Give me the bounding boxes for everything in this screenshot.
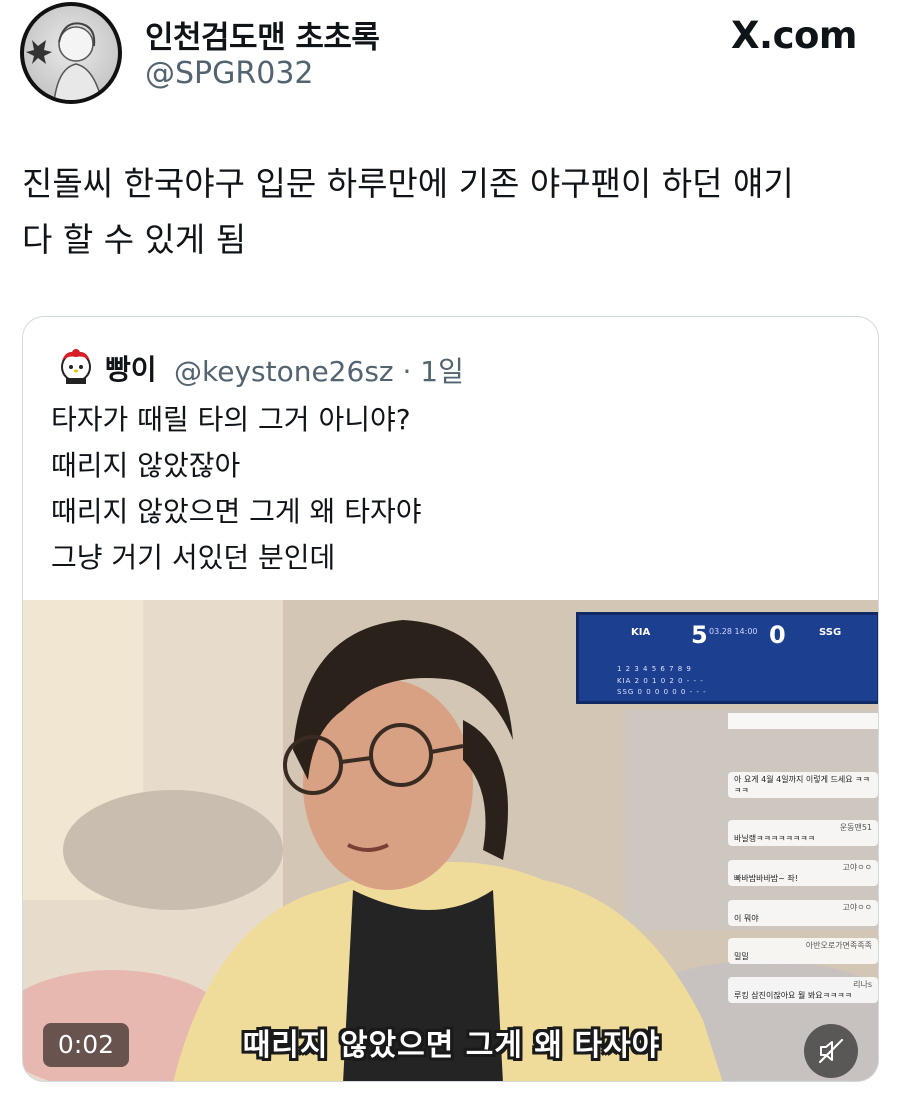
home-score: 5 [691, 621, 708, 649]
quote-body: 타자가 때릴 타의 그거 아니야? 때리지 않았잖아 때리지 않았으면 그게 왜… [51, 397, 421, 581]
video-player[interactable]: KIA 5 03.28 14:00 0 SSG 1 2 3 4 5 6 7 8 … [23, 600, 878, 1081]
chat-message: 아반오로가면족족족 밀밀 [728, 938, 878, 964]
chat-user: 운동맨51 [839, 823, 872, 832]
author-handle[interactable]: @SPGR032 [145, 56, 314, 91]
chat-text: 이 뭐야 [734, 914, 759, 923]
chat-message: 고야ㅇㅇ 빠바밤바바밤~ 좌! [728, 860, 878, 886]
brand-logo: X.com [731, 14, 858, 57]
chat-text: 아 요게 4월 4일까지 이렇게 드세요 ㅋㅋㅋㅋ [734, 775, 870, 795]
quote-line: 때리지 않았잖아 [51, 449, 241, 482]
chat-message: 운동맨51 바닐랭ㅋㅋㅋㅋㅋㅋㅋㅋ [728, 820, 878, 846]
chat-message: 리나s 루킹 삼진이잖아요 뭘 봐요ㅋㅋㅋㅋ [728, 977, 878, 1003]
quote-line: 그냥 거기 서있던 분인데 [51, 541, 336, 574]
chat-user: 리나s [853, 980, 872, 989]
quote-avatar[interactable] [56, 345, 96, 385]
tweet-line: 진돌씨 한국야구 입문 하루만에 기존 야구팬이 하던 얘기 [22, 164, 794, 203]
chat-user: 고야ㅇㅇ [842, 863, 872, 872]
author-display-name[interactable]: 인천검도맨 초초록 [145, 12, 380, 57]
video-subtitle: 때리지 않았으면 그게 왜 타자야 [242, 1028, 661, 1063]
chat-user: 고야ㅇㅇ [842, 903, 872, 912]
kia-line: KIA 2 0 1 0 2 0 - - - [617, 677, 704, 685]
ssg-line: SSG 0 0 0 0 0 0 - - - [617, 688, 707, 696]
away-score: 0 [769, 621, 786, 649]
home-team: KIA [631, 627, 651, 638]
video-time: 0:02 [43, 1023, 129, 1067]
quote-display-name[interactable]: 빵이 [105, 348, 157, 388]
chat-user: 아반오로가면족족족 [805, 941, 872, 950]
tweet-line: 다 할 수 있게 됨 [22, 220, 247, 259]
quote-line: 타자가 때릴 타의 그거 아니야? [51, 403, 411, 436]
scoreboard-overlay: KIA 5 03.28 14:00 0 SSG 1 2 3 4 5 6 7 8 … [576, 612, 878, 704]
chat-message: 아 요게 4월 4일까지 이렇게 드세요 ㅋㅋㅋㅋ [728, 772, 878, 798]
quote-handle-time[interactable]: @keystone26sz · 1일 [174, 350, 464, 390]
innings-header: 1 2 3 4 5 6 7 8 9 [617, 665, 692, 673]
muted-speaker-icon [818, 1038, 844, 1064]
chat-text: 빠바밤바바밤~ 좌! [734, 874, 798, 883]
quote-line: 때리지 않았으면 그게 왜 타자야 [51, 495, 422, 528]
chat-text: 밀밀 [734, 952, 749, 961]
avatar-illustration [26, 22, 103, 100]
tweet-body: 진돌씨 한국야구 입문 하루만에 기존 야구팬이 하던 얘기 다 할 수 있게 … [22, 156, 882, 268]
mute-button[interactable] [804, 1024, 858, 1078]
game-datetime: 03.28 14:00 [709, 627, 758, 636]
chat-text: 바닐랭ㅋㅋㅋㅋㅋㅋㅋㅋ [734, 834, 815, 843]
away-team: SSG [819, 627, 842, 638]
quoted-tweet-card[interactable]: 빵이 @keystone26sz · 1일 타자가 때릴 타의 그거 아니야? … [22, 316, 879, 1082]
chat-message: 고야ㅇㅇ 이 뭐야 [728, 900, 878, 926]
author-avatar[interactable] [20, 2, 122, 104]
chat-header [728, 713, 878, 729]
chat-text: 루킹 삼진이잖아요 뭘 봐요ㅋㅋㅋㅋ [734, 991, 853, 1000]
